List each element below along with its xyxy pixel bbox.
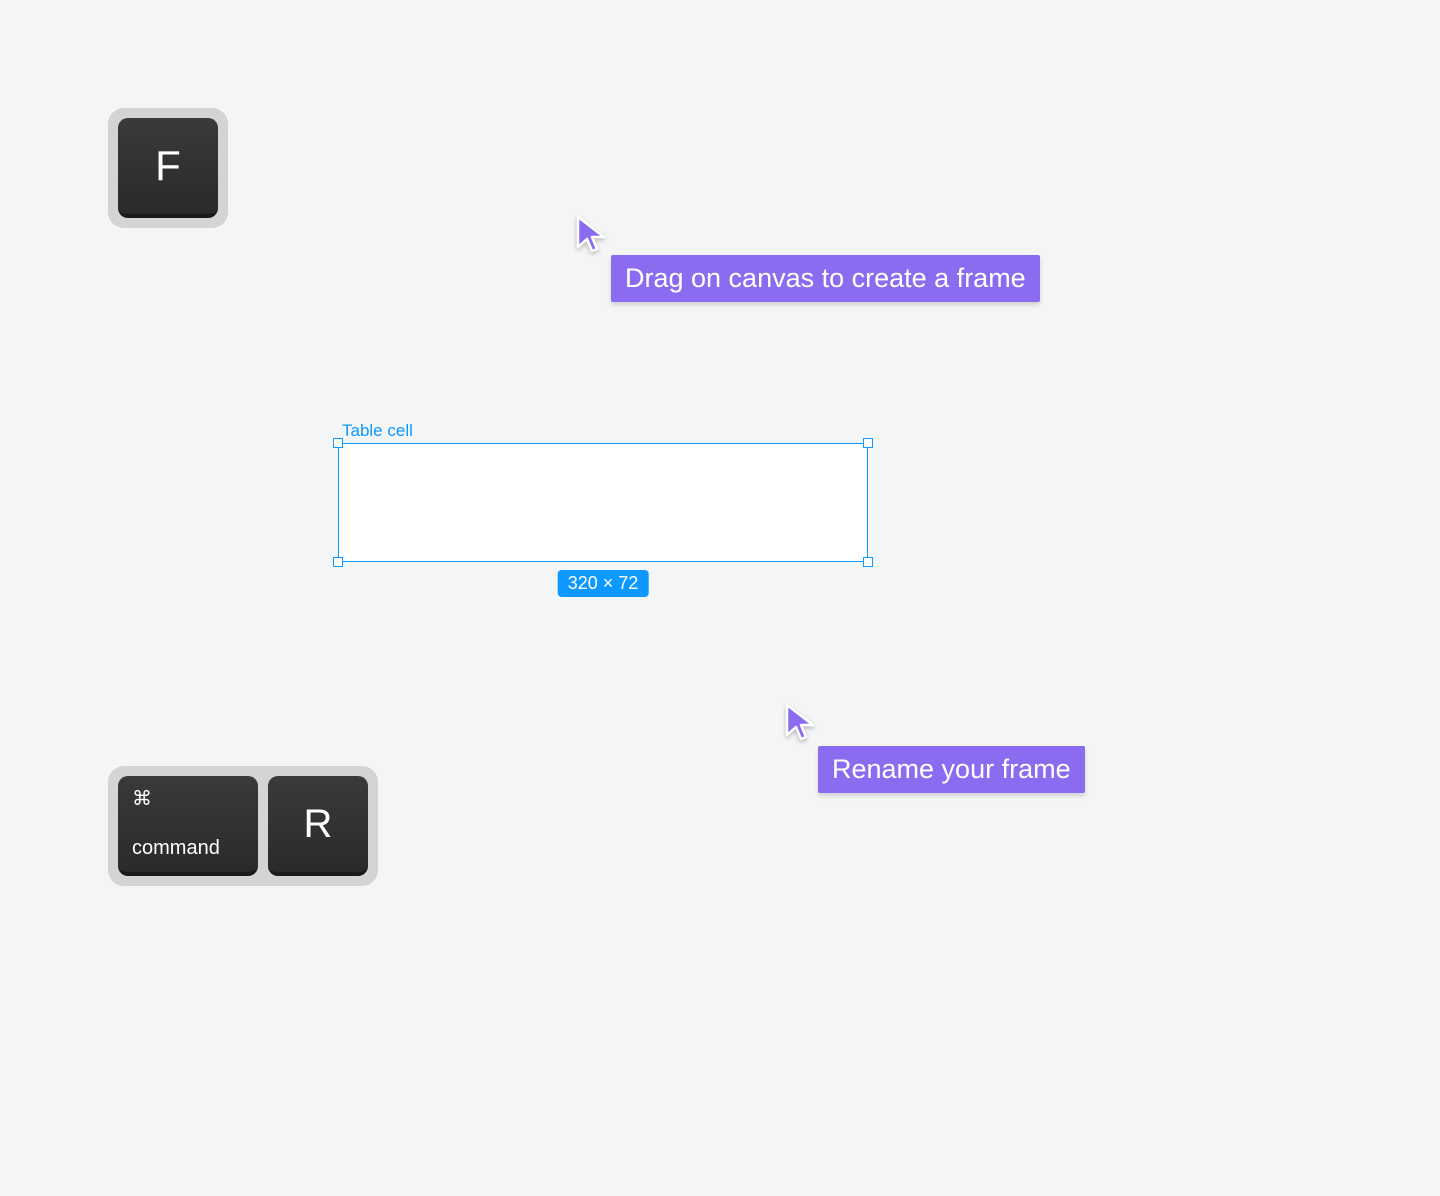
command-symbol-icon: ⌘ (132, 786, 152, 811)
cursor-icon (784, 702, 818, 742)
tooltip-rename-frame: Rename your frame (818, 746, 1085, 793)
keyboard-key-cmd-r-group: ⌘ command R (108, 766, 378, 886)
selected-frame[interactable]: Table cell 320 × 72 (338, 443, 868, 562)
resize-handle-bottom-right[interactable] (863, 557, 873, 567)
dimensions-badge: 320 × 72 (558, 570, 649, 597)
key-command: ⌘ command (118, 776, 258, 876)
key-f: F (118, 118, 218, 218)
resize-handle-top-right[interactable] (863, 438, 873, 448)
frame-rect[interactable]: 320 × 72 (338, 443, 868, 562)
command-label: command (132, 837, 220, 860)
resize-handle-top-left[interactable] (333, 438, 343, 448)
cursor-icon (575, 214, 609, 254)
key-r: R (268, 776, 368, 876)
keyboard-key-f-group: F (108, 108, 228, 228)
resize-handle-bottom-left[interactable] (333, 557, 343, 567)
frame-label[interactable]: Table cell (342, 421, 413, 441)
tooltip-create-frame: Drag on canvas to create a frame (611, 255, 1040, 302)
